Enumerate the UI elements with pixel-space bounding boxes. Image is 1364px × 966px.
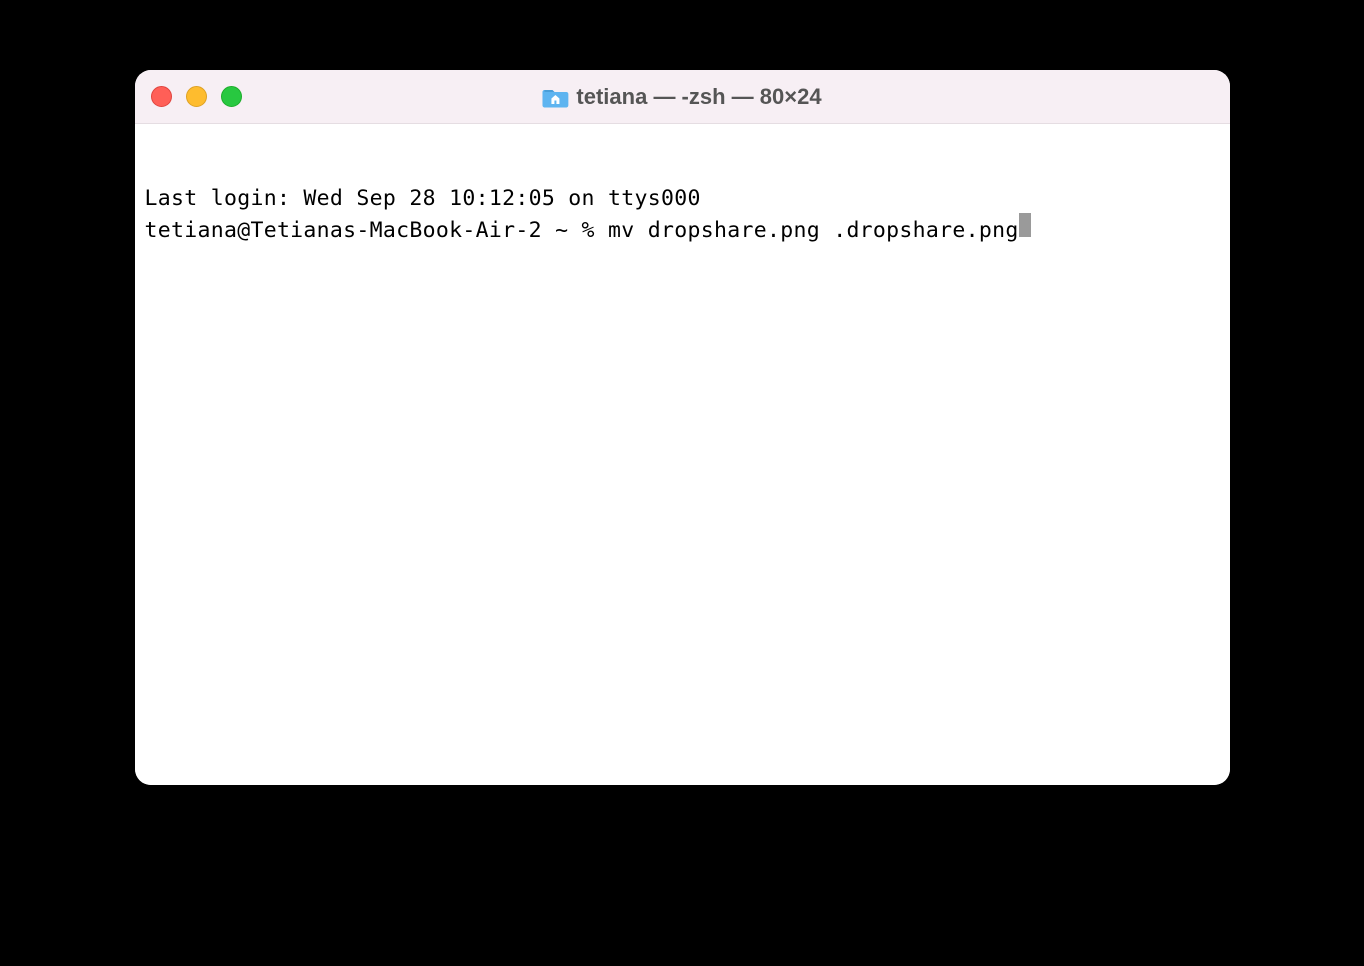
prompt-line: tetiana@Tetianas-MacBook-Air-2 ~ % mv dr… (145, 213, 1220, 245)
shell-prompt: tetiana@Tetianas-MacBook-Air-2 ~ % (145, 217, 609, 245)
window-title-container: tetiana — -zsh — 80×24 (542, 84, 821, 110)
window-titlebar[interactable]: tetiana — -zsh — 80×24 (135, 70, 1230, 124)
terminal-content[interactable]: Last login: Wed Sep 28 10:12:05 on ttys0… (135, 124, 1230, 785)
terminal-window: tetiana — -zsh — 80×24 Last login: Wed S… (135, 70, 1230, 785)
close-button[interactable] (151, 86, 172, 107)
window-title: tetiana — -zsh — 80×24 (576, 84, 821, 110)
traffic-lights (151, 86, 242, 107)
minimize-button[interactable] (186, 86, 207, 107)
home-folder-icon (542, 86, 568, 108)
last-login-line: Last login: Wed Sep 28 10:12:05 on ttys0… (145, 185, 1220, 213)
text-cursor (1019, 213, 1031, 237)
typed-command[interactable]: mv dropshare.png .dropshare.png (608, 217, 1019, 245)
maximize-button[interactable] (221, 86, 242, 107)
